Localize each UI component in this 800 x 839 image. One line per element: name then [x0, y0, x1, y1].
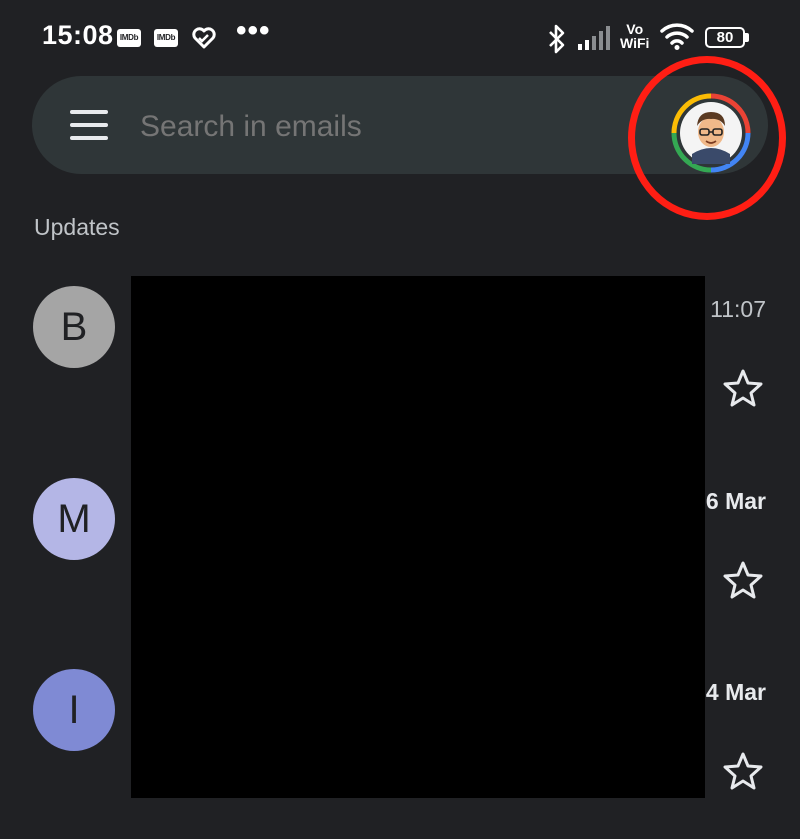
- signal-strength-icon: [578, 26, 610, 50]
- vowifi-indicator: Vo WiFi: [620, 21, 650, 51]
- search-input[interactable]: [138, 104, 562, 150]
- star-icon[interactable]: [722, 368, 764, 408]
- star-icon[interactable]: [722, 751, 764, 791]
- section-label-updates: Updates: [34, 214, 120, 240]
- battery-tip: [745, 33, 749, 42]
- more-notifications-icon: •••: [236, 14, 271, 47]
- sender-avatar: B: [33, 286, 115, 368]
- star-icon[interactable]: [722, 560, 764, 600]
- redacted-content-block: [131, 276, 705, 798]
- imdb-notification-icon: IMDb: [117, 29, 141, 47]
- email-date: 4 Mar: [705, 679, 766, 705]
- battery-icon: 80: [705, 27, 745, 48]
- sender-avatar: I: [33, 669, 115, 751]
- email-date: 6 Mar: [705, 488, 766, 514]
- battery-level: 80: [716, 29, 734, 46]
- health-heart-icon: [192, 27, 216, 49]
- status-time: 15:08: [42, 20, 114, 50]
- imdb-notification-icon: IMDb: [154, 29, 178, 47]
- sender-avatar: M: [33, 478, 115, 560]
- wifi-icon: [660, 23, 694, 50]
- hamburger-menu-icon[interactable]: [70, 110, 108, 140]
- highlight-annotation-circle: [628, 56, 786, 220]
- email-date: 11:07: [710, 296, 766, 322]
- bluetooth-icon: [549, 24, 565, 54]
